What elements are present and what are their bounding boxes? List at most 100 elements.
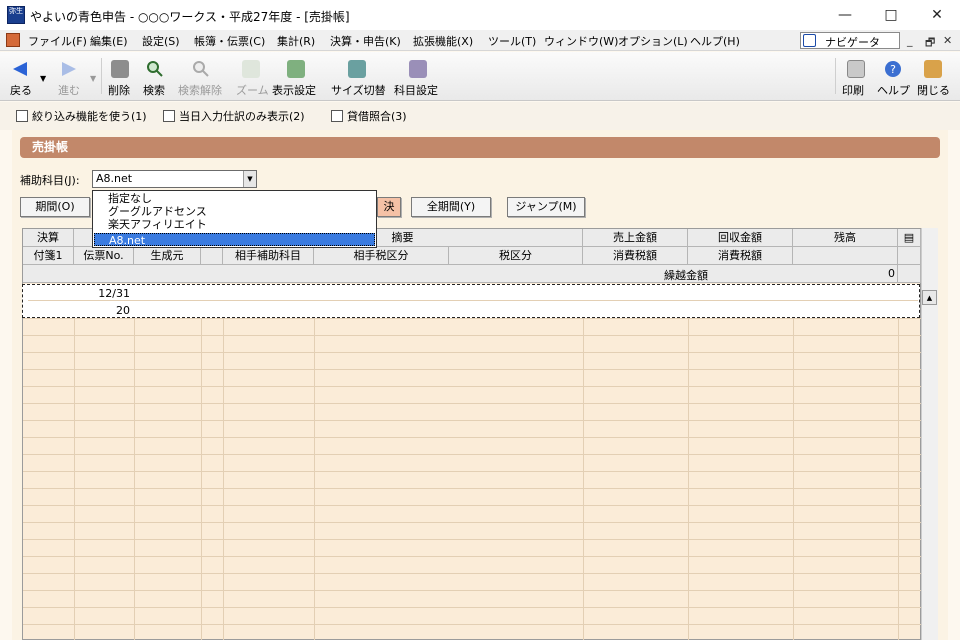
header-counter-sub-account: 相手補助科目 <box>223 247 314 265</box>
filter-checkbox[interactable] <box>16 110 28 122</box>
toolbar-separator <box>835 58 836 94</box>
help-icon: ? <box>885 61 901 77</box>
grid-column-line <box>201 284 202 640</box>
search-button[interactable]: 検索 <box>142 58 170 98</box>
display-settings-button[interactable]: 表示設定 <box>271 58 323 98</box>
forward-button[interactable]: 進む <box>56 58 86 98</box>
grid-row-line <box>23 522 921 523</box>
menu-settings[interactable]: 設定(S) <box>142 33 180 49</box>
size-switch-button[interactable]: サイズ切替 <box>330 58 386 98</box>
grid-row-line <box>23 607 921 608</box>
menu-edit[interactable]: 編集(E) <box>90 33 128 49</box>
header-blank-3 <box>201 247 223 265</box>
close-window-button[interactable]: 閉じる <box>914 58 952 98</box>
header-collected-tax: 消費税額 <box>688 247 793 265</box>
size-switch-icon <box>348 60 366 78</box>
delete-label: 削除 <box>108 84 130 97</box>
back-arrow-icon <box>13 62 27 76</box>
clear-search-label: 検索解除 <box>178 84 222 97</box>
document-icon[interactable] <box>6 33 20 47</box>
row-date[interactable]: 12/31 <box>74 287 130 300</box>
print-label: 印刷 <box>842 84 864 97</box>
menu-file[interactable]: ファイル(F) <box>28 33 87 49</box>
grid-row-line <box>23 505 921 506</box>
row-voucher-no[interactable]: 20 <box>74 304 130 317</box>
header-voucher-no: 伝票No. <box>74 247 134 265</box>
chevron-down-icon[interactable]: ▼ <box>243 171 256 187</box>
table-row-selected[interactable] <box>22 284 920 318</box>
menu-window[interactable]: ウィンドウ(W) <box>544 33 618 49</box>
dropdown-option[interactable]: 楽天アフィリエイト <box>94 218 375 231</box>
exit-icon <box>924 60 942 78</box>
grid-column-line <box>314 284 315 640</box>
dropdown-option-selected[interactable]: A8.net <box>94 233 375 247</box>
minimize-button[interactable]: — <box>822 0 868 30</box>
help-label: ヘルプ <box>877 84 910 97</box>
menu-totals[interactable]: 集計(R) <box>277 33 315 49</box>
menu-help[interactable]: ヘルプ(H) <box>690 33 740 49</box>
close-button[interactable]: ✕ <box>914 0 960 30</box>
print-button[interactable]: 印刷 <box>840 58 870 98</box>
settle-button[interactable]: 決 <box>377 197 401 217</box>
grid-row-line <box>23 590 921 591</box>
clear-search-button[interactable]: 検索解除 <box>177 58 227 98</box>
zoom-button[interactable]: ズーム <box>234 58 269 98</box>
account-settings-icon <box>409 60 427 78</box>
window-title: やよいの青色申告 - ○○○ワークス・平成27年度 - [売掛帳] <box>30 10 350 24</box>
back-button[interactable]: 戻る <box>8 58 34 98</box>
printer-icon <box>847 60 865 78</box>
mdi-minimize-button[interactable]: _ <box>907 34 913 47</box>
carry-value: 0 <box>888 267 895 280</box>
grid-row-line <box>23 420 921 421</box>
app-icon: 弥生 <box>7 6 25 24</box>
jump-button[interactable]: ジャンプ(M) <box>507 197 585 217</box>
header-counter-tax-class: 相手税区分 <box>314 247 449 265</box>
header-source: 生成元 <box>134 247 201 265</box>
account-settings-button[interactable]: 科目設定 <box>393 58 443 98</box>
sub-account-value: A8.net <box>96 172 133 185</box>
menu-closing[interactable]: 決算・申告(K) <box>330 33 401 49</box>
mdi-restore-button[interactable]: 🗗 <box>925 34 935 53</box>
dropdown-option[interactable]: グーグルアドセンス <box>94 205 375 218</box>
carry-row-end <box>898 265 921 283</box>
header-blank-4 <box>793 247 898 265</box>
today-only-checkbox[interactable] <box>163 110 175 122</box>
header-blank-5 <box>898 247 921 265</box>
back-dropdown-icon[interactable]: ▼ <box>40 74 46 83</box>
forward-label: 進む <box>58 84 80 97</box>
scroll-up-icon[interactable]: ▲ <box>922 290 937 305</box>
menu-extensions[interactable]: 拡張機能(X) <box>413 33 473 49</box>
back-label: 戻る <box>10 84 32 97</box>
balance-check-checkbox[interactable] <box>331 110 343 122</box>
grid-column-line <box>898 284 899 640</box>
help-button[interactable]: ? ヘルプ <box>876 58 910 98</box>
search-label: 検索 <box>143 84 165 97</box>
grid-row-line <box>23 539 921 540</box>
close-window-label: 閉じる <box>917 84 950 97</box>
menu-tools[interactable]: ツール(T) <box>488 33 536 49</box>
all-period-button[interactable]: 全期間(Y) <box>411 197 491 217</box>
clear-search-icon <box>193 61 209 77</box>
panel-title: 売掛帳 <box>20 137 940 158</box>
sub-account-label: 補助科目(J): <box>20 174 80 187</box>
maximize-button[interactable]: □ <box>868 0 914 30</box>
carry-label: 繰越金額 <box>664 269 708 282</box>
grid-row-line <box>23 403 921 404</box>
svg-text:?: ? <box>890 63 896 76</box>
header-sales-tax: 消費税額 <box>583 247 688 265</box>
header-collected-amount: 回収金額 <box>688 229 793 247</box>
menu-options[interactable]: オプション(L) <box>618 33 688 49</box>
menu-books[interactable]: 帳簿・伝票(C) <box>194 33 265 49</box>
header-balance: 残高 <box>793 229 898 247</box>
period-button[interactable]: 期間(O) <box>20 197 90 217</box>
mdi-close-button[interactable]: ✕ <box>943 34 952 47</box>
grid-row-line <box>23 624 921 625</box>
grid-row-line <box>23 556 921 557</box>
forward-dropdown-icon[interactable]: ▼ <box>90 74 96 83</box>
grid-row-line <box>23 437 921 438</box>
navigator-icon <box>803 34 816 47</box>
memo-icon[interactable]: ▤ <box>898 229 921 247</box>
delete-button[interactable]: 削除 <box>106 58 134 98</box>
dropdown-option[interactable]: 指定なし <box>94 192 375 205</box>
grid-column-line <box>793 284 794 640</box>
